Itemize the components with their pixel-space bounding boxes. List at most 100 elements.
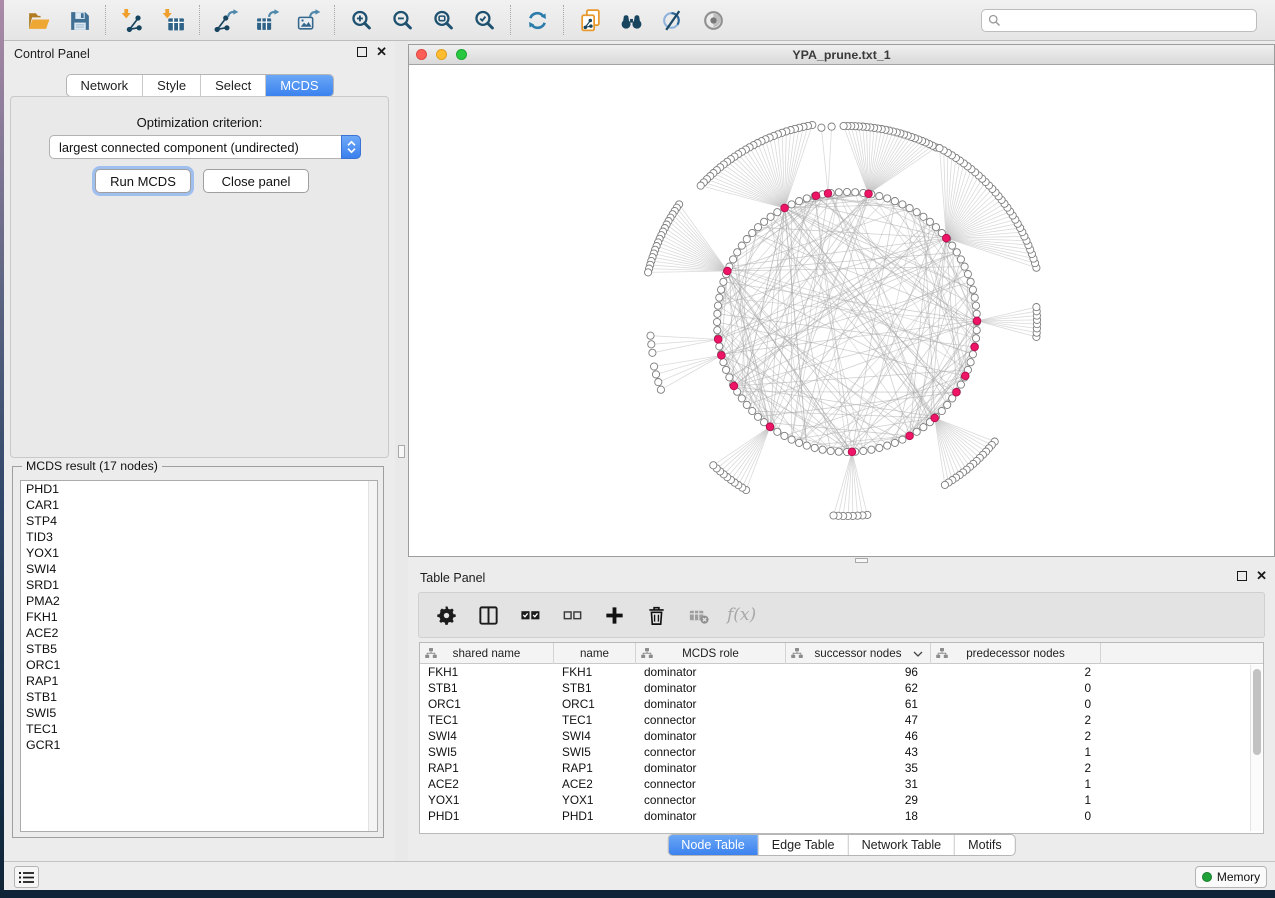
table-row[interactable]: FKH1FKH1dominator962 [420,664,1249,680]
network-node[interactable] [891,439,898,446]
network-node[interactable] [649,349,656,356]
network-node[interactable] [645,269,652,276]
network-node[interactable] [716,343,723,350]
network-node[interactable] [648,341,655,348]
network-node[interactable] [973,310,980,317]
save-session-icon[interactable] [64,5,94,35]
network-node[interactable] [714,302,721,309]
cell-shared_name[interactable]: FKH1 [420,665,554,679]
column-header-name[interactable]: name [554,643,636,664]
network-node[interactable] [781,204,789,212]
network-node[interactable] [830,512,837,519]
float-panel-icon[interactable] [357,47,367,57]
network-graph[interactable] [409,65,1274,556]
network-node[interactable] [972,335,979,342]
run-mcds-button[interactable]: Run MCDS [95,169,191,193]
network-node[interactable] [716,294,723,301]
cell-name[interactable]: STB1 [554,681,636,695]
network-node[interactable] [932,224,939,231]
mcds-result-list[interactable]: PHD1CAR1STP4TID3YOX1SWI4SRD1PMA2FKH1ACE2… [20,480,378,832]
cell-mcds_role[interactable]: connector [636,713,786,727]
search-field[interactable] [981,9,1257,32]
network-node[interactable] [718,352,726,360]
float-table-panel-icon[interactable] [1237,571,1247,581]
table-row[interactable]: RAP1RAP1dominator352 [420,760,1249,776]
network-node[interactable] [738,395,745,402]
cell-shared_name[interactable]: ORC1 [420,697,554,711]
cell-name[interactable]: PHD1 [554,809,636,823]
table-settings-gear-icon[interactable] [433,602,459,628]
mcds-result-item[interactable]: GCR1 [21,737,377,753]
network-node[interactable] [714,336,722,344]
network-node[interactable] [651,363,658,370]
network-node[interactable] [796,439,803,446]
import-network-icon[interactable] [117,5,147,35]
cell-shared_name[interactable]: SWI4 [420,729,554,743]
column-header-MCDS-role[interactable]: MCDS role [636,643,786,664]
cell-mcds_role[interactable]: dominator [636,665,786,679]
export-network-icon[interactable] [211,5,241,35]
mcds-result-item[interactable]: ORC1 [21,657,377,673]
cell-successor_nodes[interactable]: 61 [786,697,931,711]
cell-name[interactable]: RAP1 [554,761,636,775]
network-node[interactable] [723,366,730,373]
cell-shared_name[interactable]: RAP1 [420,761,554,775]
cell-predecessor_nodes[interactable]: 0 [931,681,1101,695]
network-node[interactable] [967,359,974,366]
cell-predecessor_nodes[interactable]: 1 [931,745,1101,759]
network-node[interactable] [920,213,927,220]
network-node[interactable] [835,189,842,196]
network-node[interactable] [899,436,906,443]
column-header-predecessor-nodes[interactable]: predecessor nodes [931,643,1101,664]
cell-mcds_role[interactable]: connector [636,793,786,807]
cell-predecessor_nodes[interactable]: 1 [931,777,1101,791]
network-node[interactable] [876,444,883,451]
network-node[interactable] [657,386,664,393]
network-node[interactable] [964,271,971,278]
export-table-icon[interactable] [252,5,282,35]
cell-name[interactable]: SWI4 [554,729,636,743]
network-node[interactable] [944,401,951,408]
hide-annotations-icon[interactable] [657,5,687,35]
table-row[interactable]: TEC1TEC1connector472 [420,712,1249,728]
zoom-fit-icon[interactable] [428,5,458,35]
table-row[interactable]: PHD1PHD1dominator180 [420,808,1249,824]
tab-mcds[interactable]: MCDS [265,75,332,96]
network-node[interactable] [754,413,761,420]
mcds-result-item[interactable]: STB1 [21,689,377,705]
mcds-result-item[interactable]: TID3 [21,529,377,545]
network-node[interactable] [891,198,898,205]
network-node[interactable] [938,407,945,414]
find-binoculars-icon[interactable] [616,5,646,35]
network-node[interactable] [713,318,720,325]
cell-successor_nodes[interactable]: 46 [786,729,931,743]
network-node[interactable] [781,432,788,439]
network-node[interactable] [957,381,964,388]
column-header-shared-name[interactable]: shared name [420,643,554,664]
table-row[interactable]: STB1STB1dominator620 [420,680,1249,696]
network-canvas[interactable] [409,65,1274,556]
mcds-result-item[interactable]: STB5 [21,641,377,657]
tab-edge-table[interactable]: Edge Table [758,835,848,855]
network-node[interactable] [906,432,914,440]
mcds-result-item[interactable]: FKH1 [21,609,377,625]
network-node[interactable] [819,446,826,453]
network-node[interactable] [843,188,850,195]
network-node[interactable] [840,122,847,129]
cell-shared_name[interactable]: PHD1 [420,809,554,823]
table-row[interactable]: ORC1ORC1dominator610 [420,696,1249,712]
cell-mcds_role[interactable]: dominator [636,761,786,775]
cell-mcds_role[interactable]: dominator [636,729,786,743]
network-node[interactable] [848,448,856,456]
network-node[interactable] [972,302,979,309]
network-node[interactable] [714,327,721,334]
network-node[interactable] [865,190,873,198]
cell-successor_nodes[interactable]: 47 [786,713,931,727]
mcds-result-item[interactable]: SWI4 [21,561,377,577]
close-panel-icon[interactable]: ✕ [376,47,387,57]
network-node[interactable] [969,286,976,293]
cell-predecessor_nodes[interactable]: 1 [931,793,1101,807]
network-node[interactable] [860,447,867,454]
mcds-result-item[interactable]: TEC1 [21,721,377,737]
mcds-result-item[interactable]: SWI5 [21,705,377,721]
